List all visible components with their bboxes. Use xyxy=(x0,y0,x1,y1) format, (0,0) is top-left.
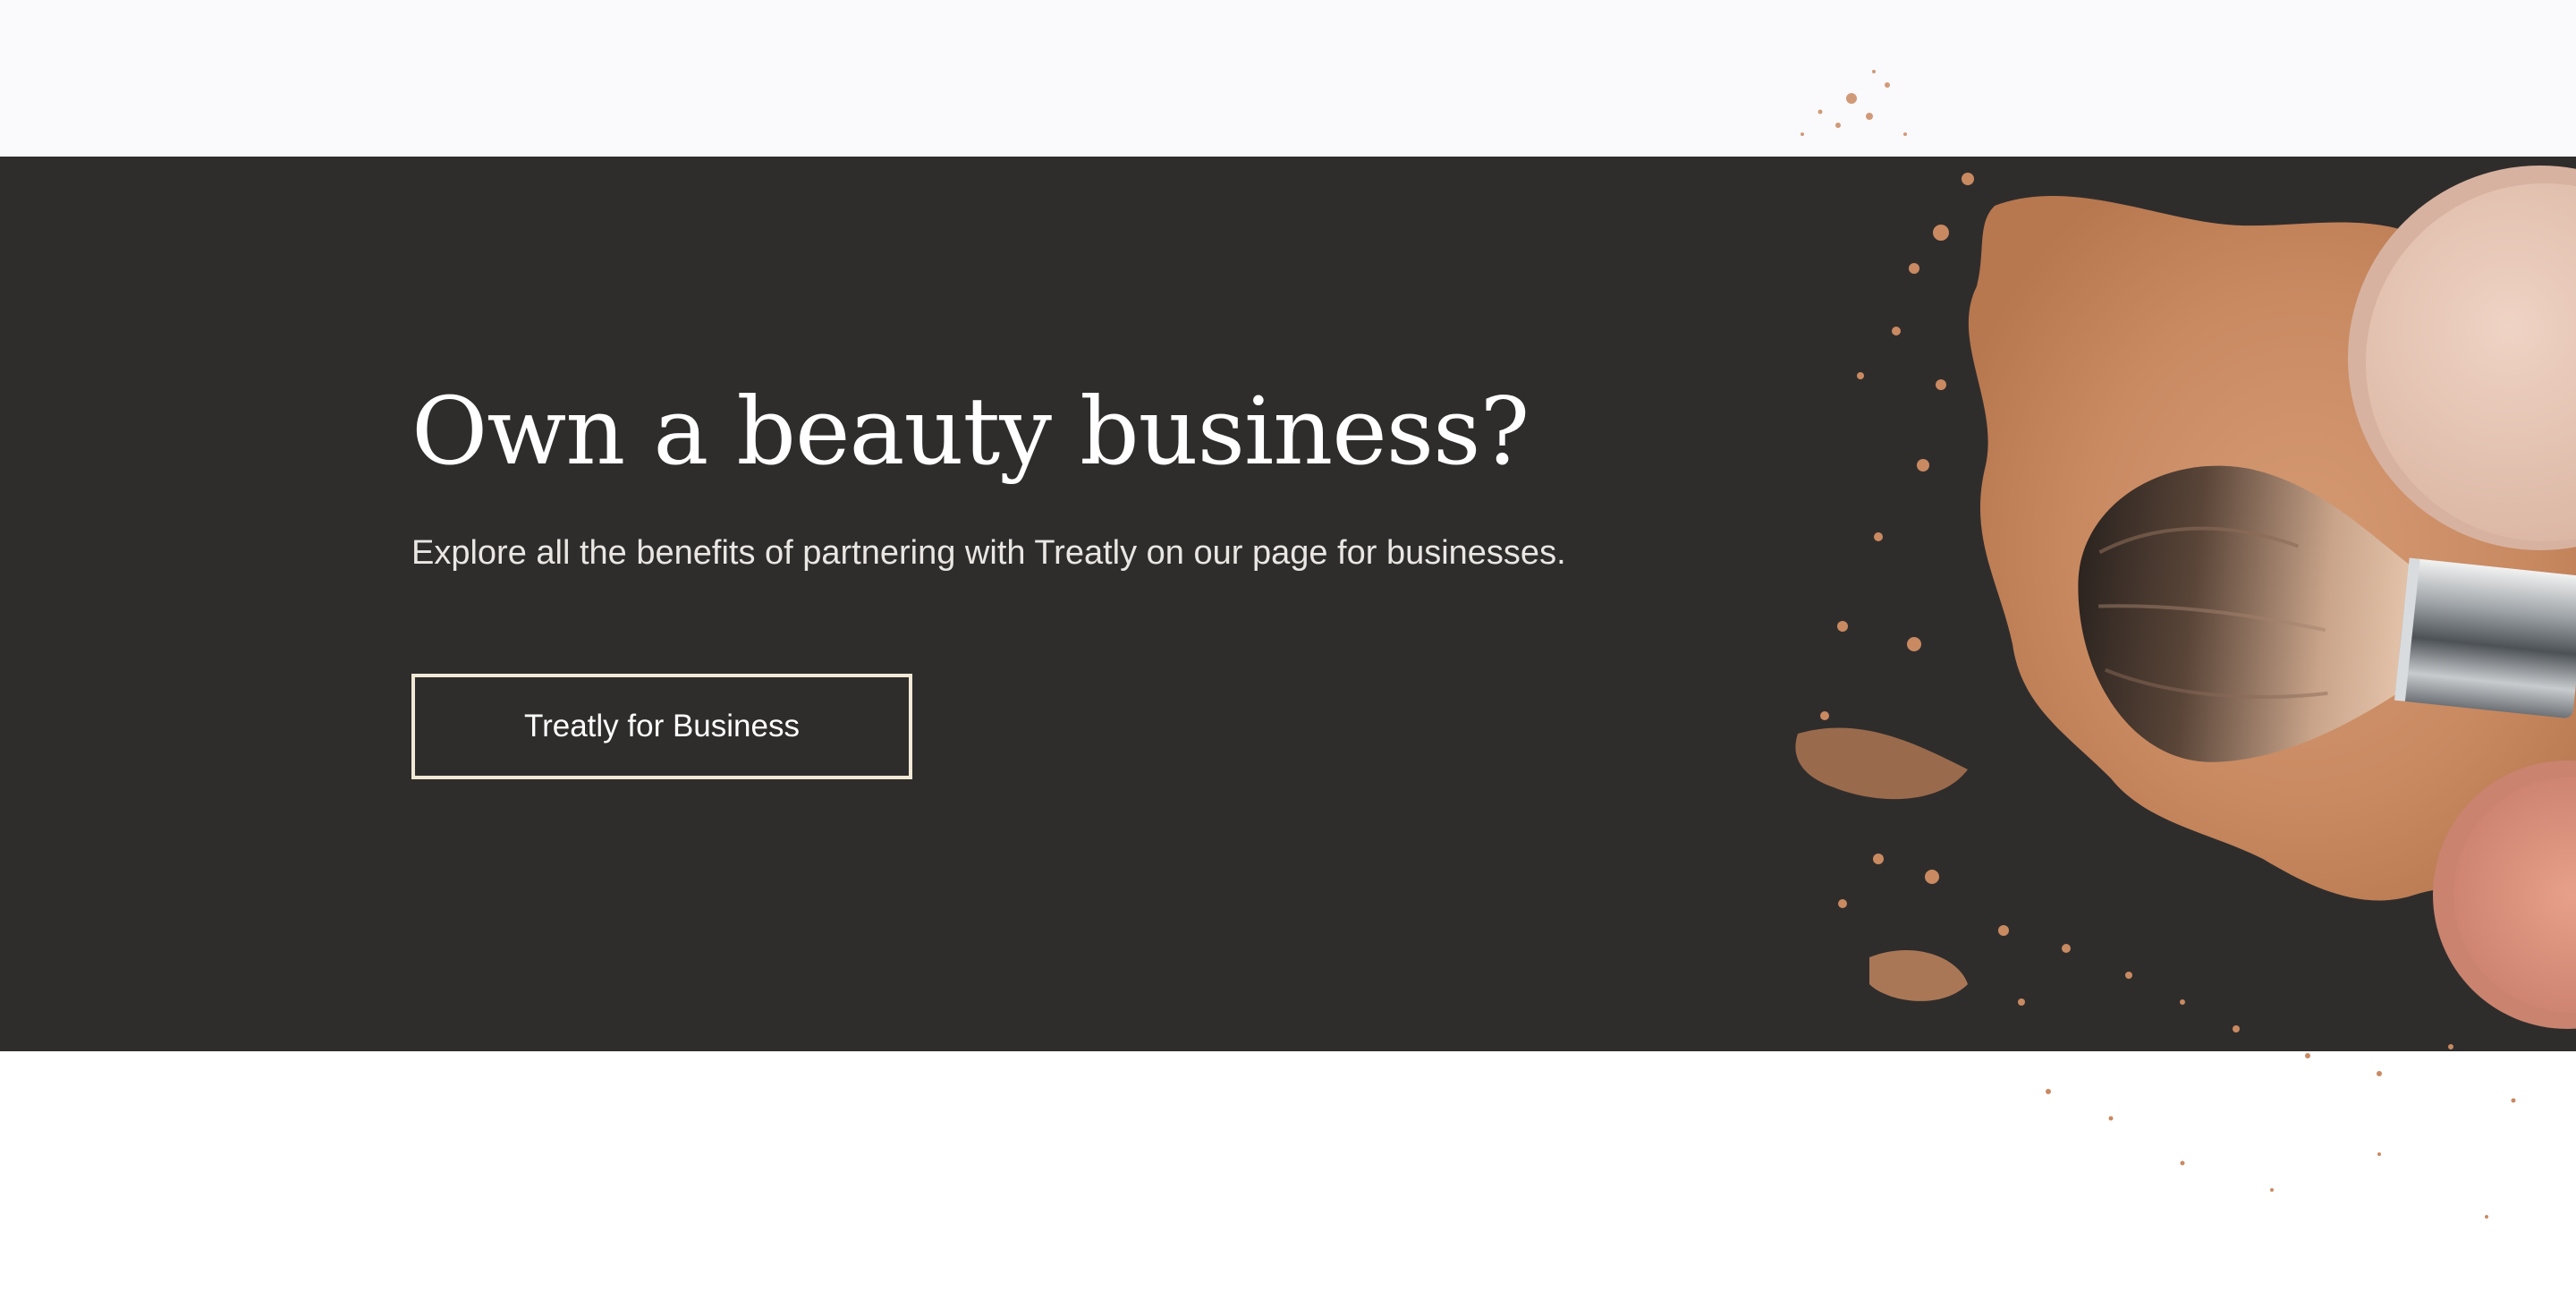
promo-headline: Own a beauty business? xyxy=(411,377,1530,486)
treatly-for-business-button[interactable]: Treatly for Business xyxy=(411,674,912,779)
bottom-strip xyxy=(0,1051,2576,1300)
promo-subtext: Explore all the benefits of partnering w… xyxy=(411,534,1566,572)
business-promo-banner: Own a beauty business? Explore all the b… xyxy=(0,157,2576,1051)
top-strip xyxy=(0,0,2576,157)
